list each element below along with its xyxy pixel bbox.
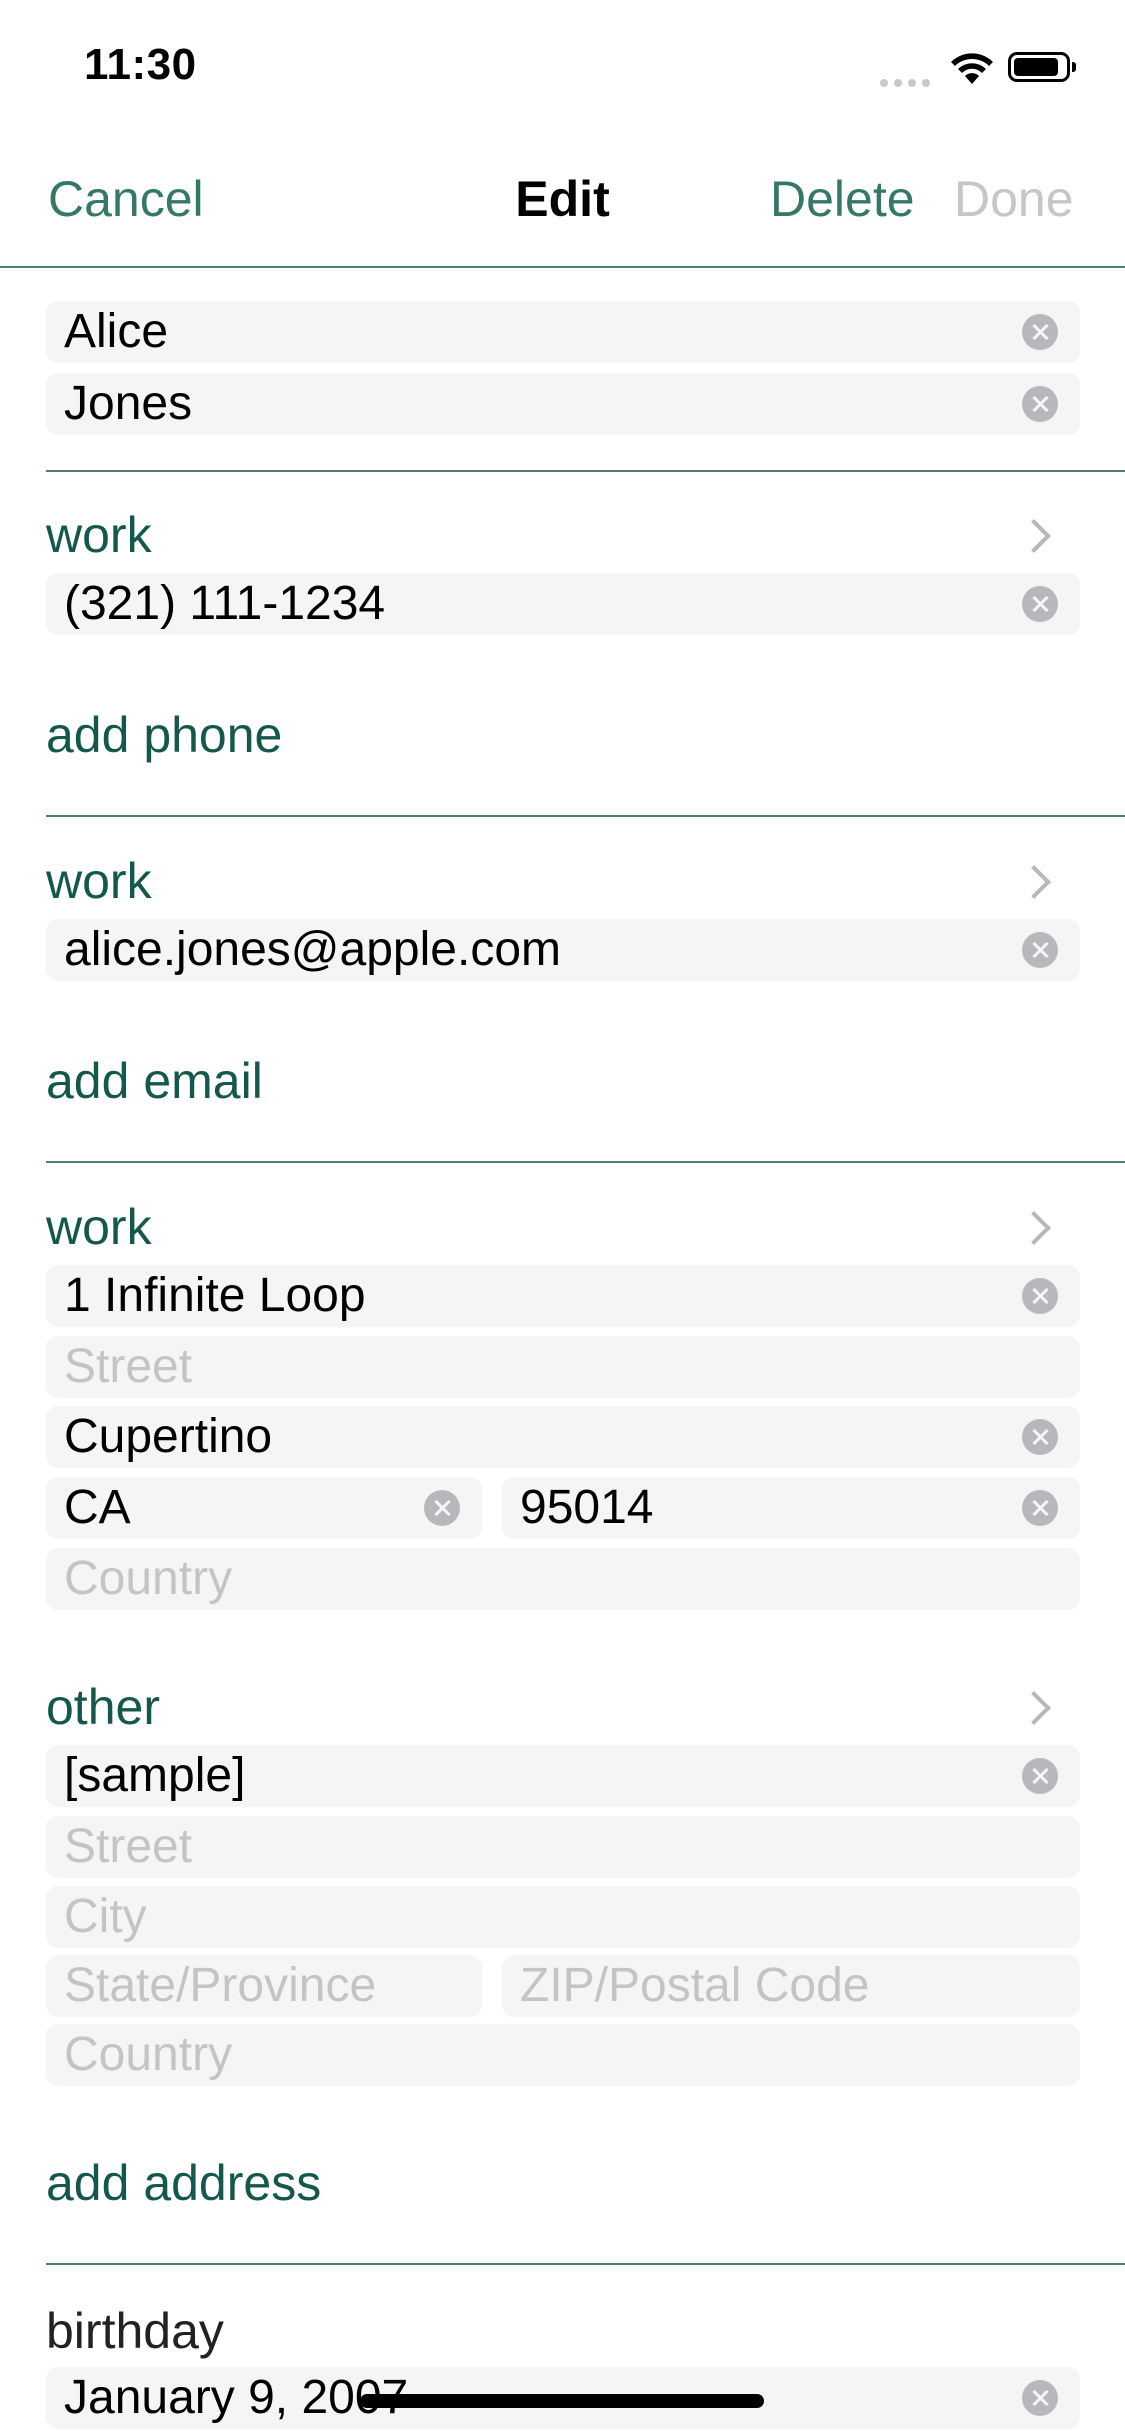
email-type-label[interactable]: work [46, 852, 152, 910]
section-divider [46, 2263, 1125, 2265]
last-name-value: Jones [64, 377, 193, 430]
home-indicator[interactable] [360, 2394, 764, 2408]
phone-value: (321) 111-1234 [64, 577, 386, 630]
cancel-button[interactable]: Cancel [48, 170, 204, 228]
clear-icon[interactable] [1022, 932, 1058, 968]
clear-icon[interactable] [1022, 1490, 1058, 1526]
state-field[interactable]: State/Province [46, 1955, 482, 2017]
clear-icon[interactable] [1022, 586, 1058, 622]
delete-button[interactable]: Delete [770, 170, 915, 228]
birthday-label: birthday [46, 2303, 224, 2359]
clear-icon[interactable] [1022, 2380, 1058, 2416]
wifi-icon [951, 53, 993, 84]
section-divider [46, 815, 1125, 817]
nav-divider [0, 266, 1125, 268]
add-phone-button[interactable]: add phone [46, 706, 282, 764]
street-field[interactable]: Street [46, 1336, 1080, 1398]
section-divider [46, 1161, 1125, 1163]
address-line1-field[interactable]: 1 Infinite Loop [46, 1265, 1080, 1327]
address-line1-value: [sample] [64, 1749, 246, 1802]
section-divider [46, 470, 1125, 472]
country-field[interactable]: Country [46, 2024, 1080, 2086]
chevron-right-icon[interactable] [1017, 1691, 1051, 1725]
address-line1-field[interactable]: [sample] [46, 1745, 1080, 1807]
status-time: 11:30 [84, 40, 197, 89]
state-field[interactable]: CA [46, 1477, 482, 1539]
phone-field[interactable]: (321) 111-1234 [46, 573, 1080, 635]
city-value: Cupertino [64, 1410, 273, 1463]
zip-field[interactable]: 95014 [502, 1477, 1080, 1539]
clear-icon[interactable] [1022, 386, 1058, 422]
street-field[interactable]: Street [46, 1816, 1080, 1878]
country-field[interactable]: Country [46, 1548, 1080, 1610]
done-button[interactable]: Done [954, 170, 1074, 228]
zip-field[interactable]: ZIP/Postal Code [502, 1955, 1080, 2017]
chevron-right-icon[interactable] [1017, 519, 1051, 553]
add-email-button[interactable]: add email [46, 1052, 263, 1110]
chevron-right-icon[interactable] [1017, 1211, 1051, 1245]
city-field[interactable]: City [46, 1886, 1080, 1948]
address-type-label[interactable]: other [46, 1678, 160, 1736]
city-field[interactable]: Cupertino [46, 1406, 1080, 1468]
first-name-field[interactable]: Alice [46, 301, 1080, 363]
clear-icon[interactable] [424, 1490, 460, 1526]
last-name-field[interactable]: Jones [46, 373, 1080, 435]
zip-value: 95014 [520, 1481, 654, 1534]
address-type-label[interactable]: work [46, 1198, 152, 1256]
clear-icon[interactable] [1022, 1758, 1058, 1794]
clear-icon[interactable] [1022, 1419, 1058, 1455]
phone-type-label[interactable]: work [46, 506, 152, 564]
cellular-signal-icon [880, 74, 936, 92]
state-value: CA [64, 1481, 131, 1534]
chevron-right-icon[interactable] [1017, 865, 1051, 899]
add-address-button[interactable]: add address [46, 2154, 321, 2212]
clear-icon[interactable] [1022, 1278, 1058, 1314]
email-value: alice.jones@apple.com [64, 923, 561, 976]
email-field[interactable]: alice.jones@apple.com [46, 919, 1080, 981]
first-name-value: Alice [64, 305, 169, 358]
battery-icon [1008, 52, 1076, 82]
birthday-value: January 9, 2007 [64, 2371, 409, 2424]
address-line1-value: 1 Infinite Loop [64, 1269, 366, 1322]
clear-icon[interactable] [1022, 314, 1058, 350]
